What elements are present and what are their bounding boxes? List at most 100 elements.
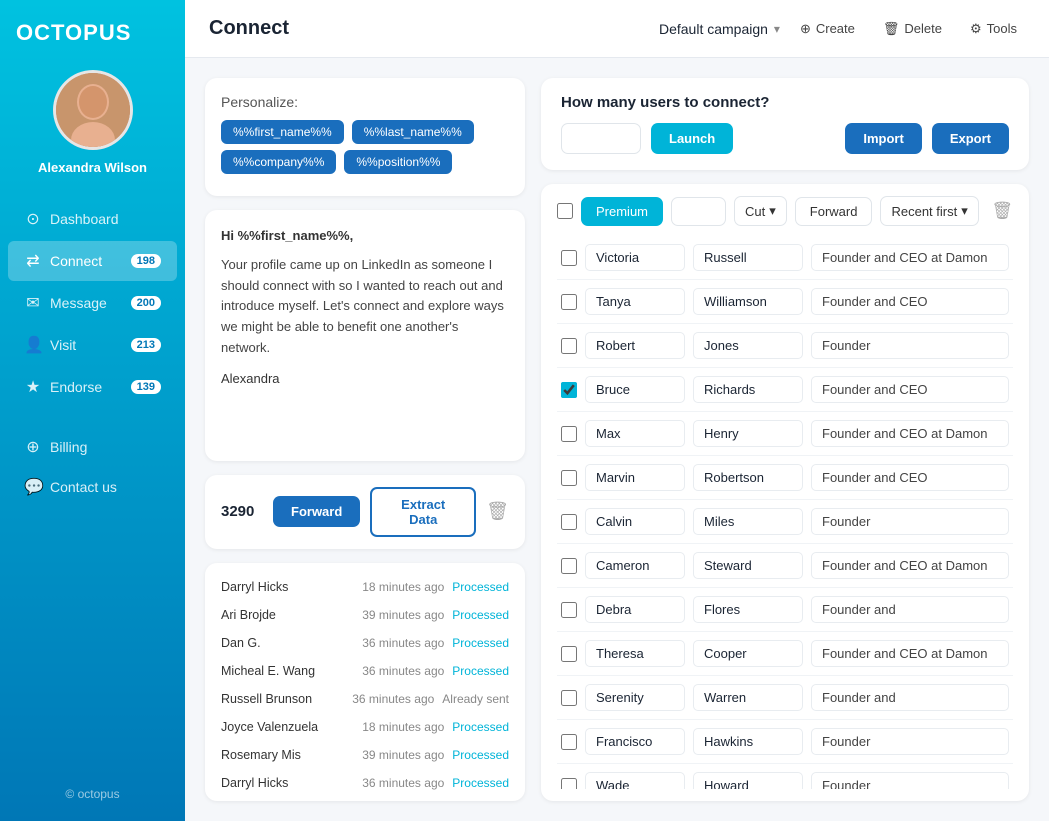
activity-name: Darryl Hicks (221, 580, 354, 594)
create-button[interactable]: ⊕ Create (792, 16, 863, 42)
user-first-name: Calvin (585, 508, 685, 535)
gear-icon: ⚙ (970, 21, 982, 37)
user-last-name: Hawkins (693, 728, 803, 755)
sidebar-item-dashboard[interactable]: ⊙ Dashboard (8, 199, 177, 239)
chevron-down-icon: ▾ (774, 22, 780, 36)
connect-header-card: How many users to connect? Launch Import… (541, 78, 1029, 170)
users-count-input[interactable] (561, 123, 641, 154)
sidebar-item-message[interactable]: ✉ Message 200 (8, 283, 177, 323)
user-last-name: Russell (693, 244, 803, 271)
user-first-name: Theresa (585, 640, 685, 667)
sidebar-item-label: Visit (50, 337, 76, 353)
activity-item: Darryl Hicks 18 minutes ago Processed (205, 573, 525, 601)
table-row: Tanya Williamson Founder and CEO (557, 280, 1013, 324)
activity-name: Ari Brojde (221, 608, 354, 622)
user-checkbox[interactable] (561, 734, 577, 750)
user-checkbox[interactable] (561, 338, 577, 354)
table-row: Theresa Cooper Founder and CEO at Damon (557, 632, 1013, 676)
activity-name: Joyce Valenzuela (221, 720, 354, 734)
activity-status: Processed (452, 608, 509, 622)
sidebar: OCTOPUS Alexandra Wilson ⊙ Dashboard ⇄ C… (0, 0, 185, 821)
activity-status: Processed (452, 664, 509, 678)
table-row: Wade Howard Founder (557, 764, 1013, 789)
activity-status: Processed (452, 580, 509, 594)
user-title: Founder and CEO at Damon (811, 640, 1009, 667)
sidebar-item-billing[interactable]: ⊕ Billing (8, 427, 177, 467)
user-title: Founder and (811, 684, 1009, 711)
avatar-image (53, 70, 133, 150)
user-name: Alexandra Wilson (38, 160, 147, 175)
sidebar-item-label: Connect (50, 253, 102, 269)
table-delete-button[interactable]: 🗑 (991, 201, 1013, 221)
users-table-card: Premium Cut ▾ Forward Recent first ▾ 🗑 (541, 184, 1029, 801)
count-badge: 3290 (221, 503, 263, 520)
table-row: Francisco Hawkins Founder (557, 720, 1013, 764)
user-first-name: Robert (585, 332, 685, 359)
table-row: Calvin Miles Founder (557, 500, 1013, 544)
sidebar-item-visit[interactable]: 👤 Visit 213 (8, 325, 177, 365)
user-title: Founder and CEO (811, 288, 1009, 315)
activity-time: 18 minutes ago (362, 580, 444, 594)
page-title: Connect (209, 17, 289, 40)
user-checkbox[interactable] (561, 514, 577, 530)
user-checkbox[interactable] (561, 558, 577, 574)
activity-item: Rosemary Mis 39 minutes ago Processed (205, 741, 525, 769)
activity-status: Processed (452, 720, 509, 734)
sidebar-item-contact[interactable]: 💬 Contact us (8, 467, 177, 507)
recent-sort-button[interactable]: Recent first ▾ (880, 196, 978, 226)
user-checkbox[interactable] (561, 382, 577, 398)
import-button[interactable]: Import (845, 123, 921, 154)
activity-item: Micheal E. Wang 36 minutes ago Processed (205, 657, 525, 685)
trash-icon: 🗑 (486, 501, 509, 521)
user-last-name: Williamson (693, 288, 803, 315)
tag-position[interactable]: %%position%% (344, 150, 452, 174)
table-row: Victoria Russell Founder and CEO at Damo… (557, 236, 1013, 280)
delete-button[interactable]: 🗑 Delete (875, 16, 950, 42)
user-checkbox[interactable] (561, 602, 577, 618)
user-title: Founder and CEO at Damon (811, 552, 1009, 579)
forward-button[interactable]: Forward (273, 496, 360, 527)
trash-icon: 🗑 (883, 21, 900, 37)
launch-button[interactable]: Launch (651, 123, 733, 154)
tag-first-name[interactable]: %%first_name%% (221, 120, 344, 144)
table-row: Marvin Robertson Founder and CEO (557, 456, 1013, 500)
activity-name: Dan G. (221, 636, 354, 650)
tag-last-name[interactable]: %%last_name%% (352, 120, 474, 144)
connect-controls: Launch Import Export (561, 123, 1009, 154)
activity-item: Darryl Hicks 36 minutes ago Processed (205, 769, 525, 797)
user-last-name: Richards (693, 376, 803, 403)
user-checkbox[interactable] (561, 778, 577, 790)
select-all-checkbox[interactable] (557, 203, 573, 219)
table-row: Serenity Warren Founder and (557, 676, 1013, 720)
tags-row: %%first_name%% %%last_name%% (221, 120, 509, 144)
export-button[interactable]: Export (932, 123, 1009, 154)
activity-time: 18 minutes ago (362, 720, 444, 734)
content-area: Personalize: %%first_name%% %%last_name%… (185, 58, 1049, 821)
activity-time: 39 minutes ago (362, 608, 444, 622)
sidebar-item-connect[interactable]: ⇄ Connect 198 (8, 241, 177, 281)
delete-action-button[interactable]: 🗑 (486, 501, 509, 522)
forward-filter-button[interactable]: Forward (795, 197, 873, 226)
campaign-selector[interactable]: Default campaign ▾ (659, 21, 780, 37)
cut-filter-button[interactable]: Cut ▾ (734, 196, 787, 226)
user-title: Founder (811, 332, 1009, 359)
message-body: Your profile came up on LinkedIn as some… (221, 255, 509, 359)
tag-company[interactable]: %%company%% (221, 150, 336, 174)
user-checkbox[interactable] (561, 470, 577, 486)
user-checkbox[interactable] (561, 250, 577, 266)
extract-data-button[interactable]: Extract Data (370, 487, 476, 537)
activity-name: Micheal E. Wang (221, 664, 354, 678)
premium-filter-button[interactable]: Premium (581, 197, 663, 226)
right-panel: How many users to connect? Launch Import… (541, 78, 1029, 801)
message-box[interactable]: Hi %%first_name%%, Your profile came up … (205, 210, 525, 461)
tools-button[interactable]: ⚙ Tools (962, 16, 1025, 42)
user-checkbox[interactable] (561, 294, 577, 310)
user-checkbox[interactable] (561, 426, 577, 442)
connect-section-title: How many users to connect? (561, 94, 1009, 111)
sidebar-item-endorse[interactable]: ★ Endorse 139 (8, 367, 177, 407)
user-checkbox[interactable] (561, 646, 577, 662)
user-title: Founder and CEO at Damon (811, 420, 1009, 447)
user-checkbox[interactable] (561, 690, 577, 706)
message-greeting: Hi %%first_name%%, (221, 226, 509, 247)
filter-text-input[interactable] (671, 197, 726, 226)
